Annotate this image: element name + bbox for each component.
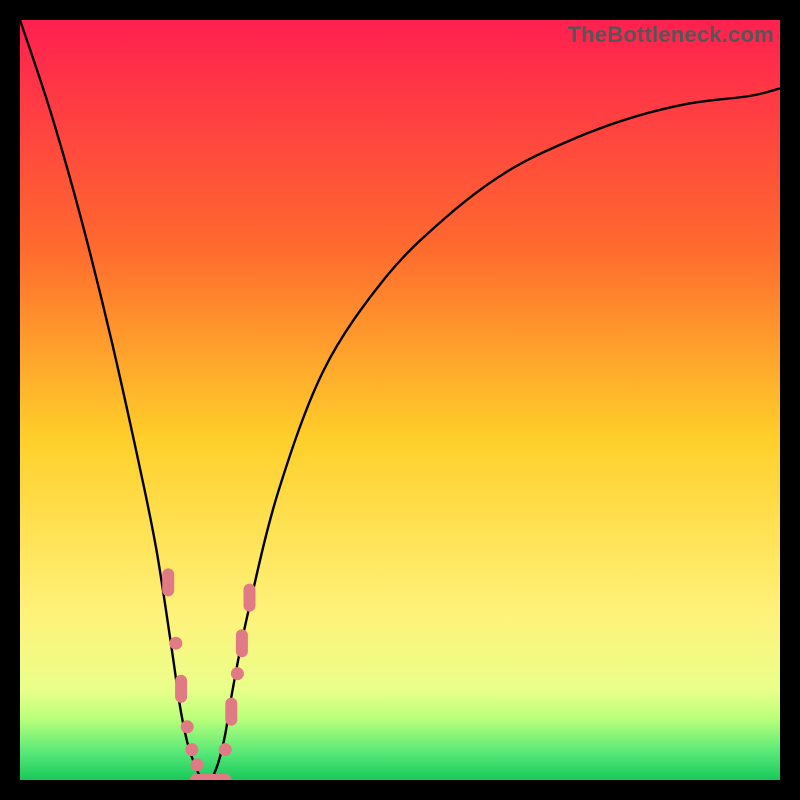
marker bbox=[181, 720, 194, 733]
marker bbox=[225, 698, 237, 726]
chart-frame: TheBottleneck.com bbox=[20, 20, 780, 780]
marker bbox=[204, 774, 232, 780]
bottleneck-plot bbox=[20, 20, 780, 780]
marker bbox=[191, 758, 204, 771]
marker bbox=[219, 743, 232, 756]
marker bbox=[236, 629, 248, 657]
marker bbox=[185, 743, 198, 756]
marker bbox=[175, 675, 187, 703]
marker bbox=[162, 568, 174, 596]
marker bbox=[231, 667, 244, 680]
gradient-background bbox=[20, 20, 780, 780]
marker bbox=[244, 584, 256, 612]
watermark-text: TheBottleneck.com bbox=[568, 22, 774, 48]
marker bbox=[169, 637, 182, 650]
